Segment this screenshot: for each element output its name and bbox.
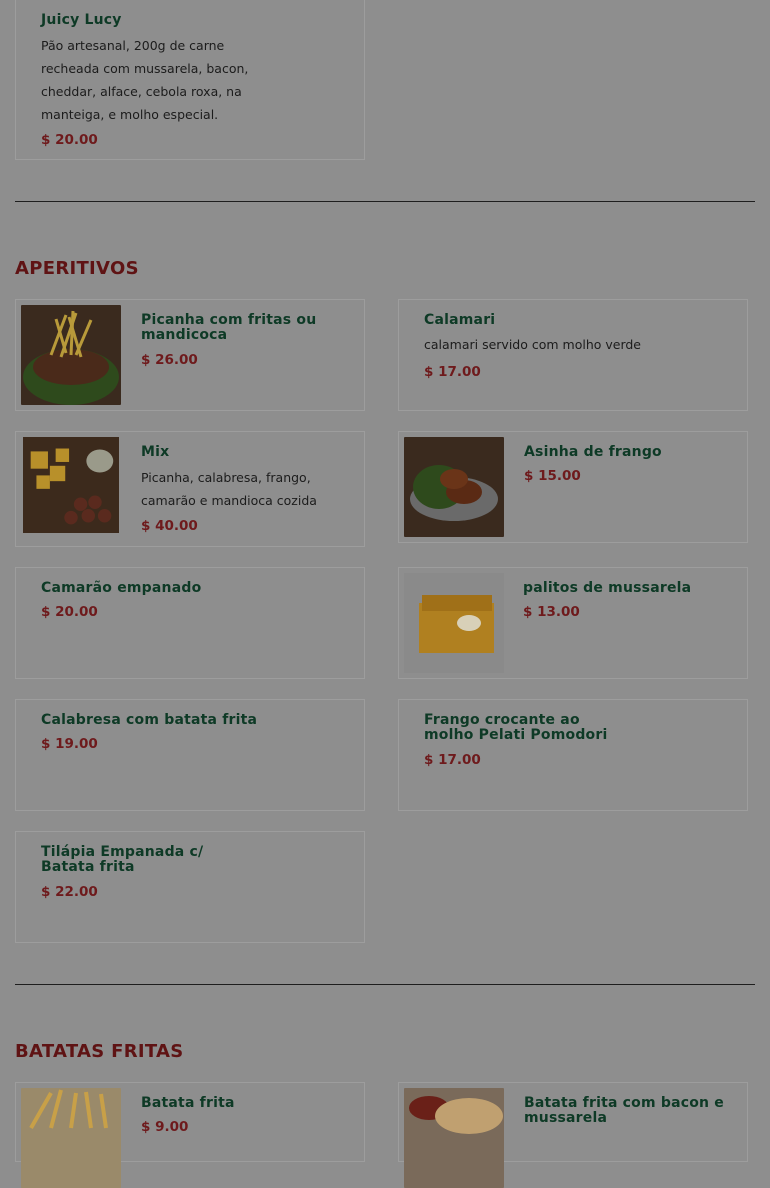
item-title: Calabresa com batata frita: [41, 712, 258, 728]
menu-item-card[interactable]: Calamari calamari servido com molho verd…: [398, 299, 748, 411]
item-title: Camarão empanado: [41, 580, 202, 596]
item-title: Mix: [141, 444, 170, 460]
item-description: Picanha, calabresa, frango, camarão e ma…: [141, 470, 317, 508]
item-title: Picanha com fritas ou mandicoca: [141, 312, 317, 343]
item-price: $ 15.00: [524, 468, 581, 484]
menu-item-card[interactable]: Batata frita $ 9.00: [15, 1082, 365, 1188]
menu-item-card[interactable]: Calabresa com batata frita $ 19.00: [15, 699, 365, 811]
section-divider: [15, 984, 755, 985]
picanha-photo: [21, 305, 121, 405]
item-price: $ 17.00: [424, 364, 481, 380]
section-title-aperitivos: APERITIVOS: [15, 258, 139, 279]
menu-item-card[interactable]: Batata frita com bacon e mussarela: [398, 1082, 748, 1188]
menu-item-card[interactable]: Tilápia Empanada c/ Batata frita $ 22.00: [15, 831, 365, 943]
menu-item-card[interactable]: Mix Picanha, calabresa, frango, camarão …: [15, 431, 365, 547]
batata-photo: [21, 1088, 121, 1188]
item-title: Tilápia Empanada c/ Batata frita: [41, 844, 204, 875]
item-description: Pão artesanal, 200g de carne recheada co…: [41, 38, 249, 122]
item-price: $ 20.00: [41, 132, 98, 148]
item-price: $ 17.00: [424, 752, 481, 768]
item-price: $ 19.00: [41, 736, 98, 752]
item-title: Juicy Lucy: [41, 12, 122, 28]
asinha-photo: [404, 437, 504, 537]
item-title: Asinha de frango: [524, 444, 662, 460]
menu-item-card[interactable]: Juicy Lucy Pão artesanal, 200g de carne …: [15, 0, 365, 160]
item-price: $ 26.00: [141, 352, 198, 368]
menu-item-card[interactable]: Picanha com fritas ou mandicoca $ 26.00: [15, 299, 365, 411]
item-description: calamari servido com molho verde: [424, 337, 641, 352]
item-price: $ 40.00: [141, 518, 198, 534]
palitos-photo: [404, 573, 504, 673]
menu-item-card[interactable]: palitos de mussarela $ 13.00: [398, 567, 748, 679]
section-title-batatas-fritas: BATATAS FRITAS: [15, 1041, 184, 1062]
menu-item-card[interactable]: Asinha de frango $ 15.00: [398, 431, 748, 543]
item-title: Frango crocante ao molho Pelati Pomodori: [424, 712, 608, 743]
item-title: Batata frita com bacon e mussarela: [524, 1095, 724, 1126]
menu-item-card[interactable]: Frango crocante ao molho Pelati Pomodori…: [398, 699, 748, 811]
item-price: $ 20.00: [41, 604, 98, 620]
item-title: palitos de mussarela: [523, 580, 692, 596]
menu-item-card[interactable]: Camarão empanado $ 20.00: [15, 567, 365, 679]
mix-photo: [23, 437, 119, 533]
item-price: $ 9.00: [141, 1119, 189, 1135]
section-divider: [15, 201, 755, 202]
batata-bacon-photo: [404, 1088, 504, 1188]
item-price: $ 22.00: [41, 884, 98, 900]
item-title: Calamari: [424, 312, 496, 328]
item-price: $ 13.00: [523, 604, 580, 620]
item-title: Batata frita: [141, 1095, 235, 1111]
